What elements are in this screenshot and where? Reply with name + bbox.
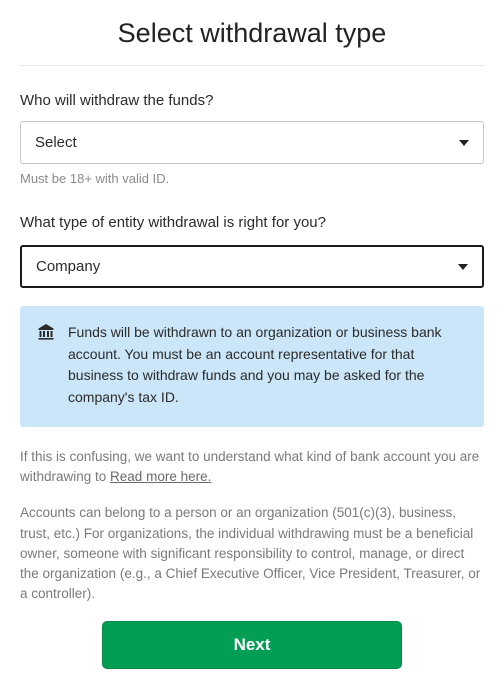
who-hint: Must be 18+ with valid ID. <box>20 171 484 186</box>
who-select-value: Select <box>35 134 77 151</box>
entity-select[interactable]: Company <box>20 245 484 288</box>
entity-select-value: Company <box>36 258 100 275</box>
entity-label: What type of entity withdrawal is right … <box>20 214 484 231</box>
chevron-down-icon <box>459 140 469 146</box>
read-more-link[interactable]: Read more here. <box>110 469 211 484</box>
next-button[interactable]: Next <box>102 621 402 669</box>
who-label: Who will withdraw the funds? <box>20 92 484 109</box>
divider <box>20 65 484 66</box>
help-accounts: Accounts can belong to a person or an or… <box>20 503 484 604</box>
help-confusing: If this is confusing, we want to underst… <box>20 447 484 488</box>
info-text: Funds will be withdrawn to an organizati… <box>68 322 466 409</box>
help-confusing-text: If this is confusing, we want to underst… <box>20 449 479 484</box>
who-select[interactable]: Select <box>20 121 484 164</box>
page-title: Select withdrawal type <box>20 18 484 65</box>
chevron-down-icon <box>458 264 468 270</box>
info-box: Funds will be withdrawn to an organizati… <box>20 306 484 427</box>
bank-icon <box>38 324 54 345</box>
